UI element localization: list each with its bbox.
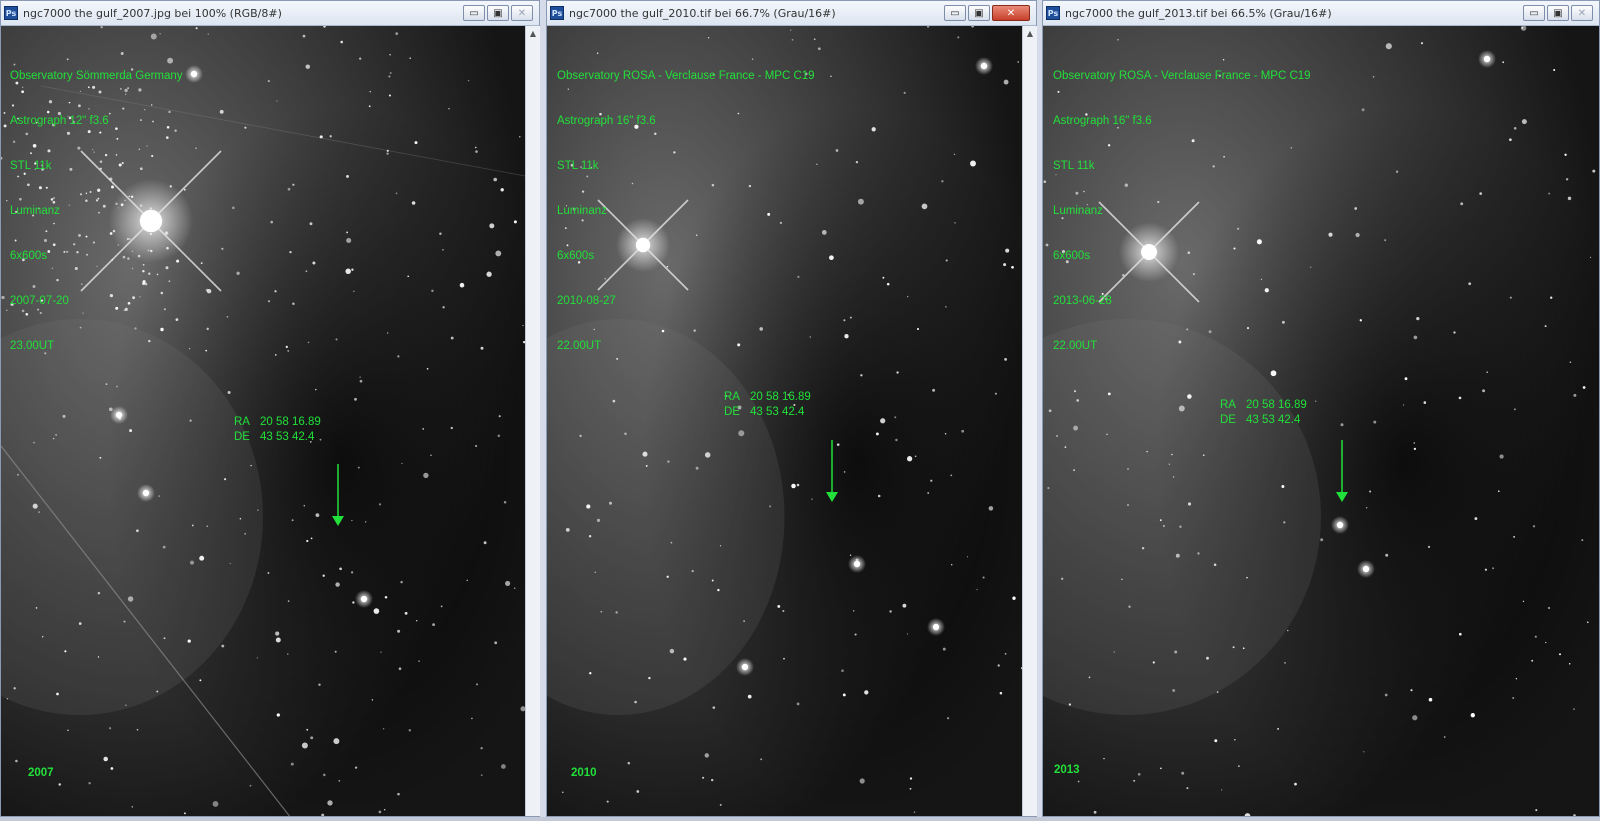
observation-info: Observatory ROSA - Verclause France - MP…	[557, 39, 815, 384]
close-icon: ✕	[1006, 7, 1016, 19]
ra-label: RA	[724, 391, 740, 403]
window-title: ngc7000 the gulf_2013.tif bei 66.5% (Gra…	[1065, 6, 1332, 20]
info-line: Luminanz	[1053, 205, 1103, 217]
info-line: 23.00UT	[10, 340, 55, 352]
info-line: Astrograph 12" f3.6	[10, 115, 109, 127]
de-value: 43 53 42.4	[260, 431, 315, 443]
image-window-2007: Ps ngc7000 the gulf_2007.jpg bei 100% (R…	[0, 0, 540, 817]
ra-value: 20 58 16.89	[1246, 399, 1307, 411]
info-line: STL 11k	[557, 160, 599, 172]
info-line: 2013-06-28	[1053, 295, 1112, 307]
restore-button[interactable]: ▣	[968, 5, 990, 21]
coordinates-label: RA 20 58 16.89 DE 43 53 42.4	[1220, 398, 1307, 428]
close-button[interactable]: ✕	[992, 5, 1030, 21]
info-line: Observatory ROSA - Verclause France - MP…	[1053, 70, 1311, 82]
window-titlebar[interactable]: Ps ngc7000 the gulf_2007.jpg bei 100% (R…	[1, 1, 539, 26]
minimize-button[interactable]: ▭	[1523, 5, 1545, 21]
info-line: 22.00UT	[1053, 340, 1098, 352]
info-line: Observatory Sömmerda Germany	[10, 70, 183, 82]
de-value: 43 53 42.4	[750, 406, 805, 418]
minimize-icon: ▭	[950, 7, 960, 19]
info-line: Astrograph 16" f3.6	[557, 115, 656, 127]
photoshop-ps-icon: Ps	[1046, 6, 1060, 20]
de-label: DE	[1220, 414, 1236, 426]
vertical-scrollbar[interactable]: ▲	[1022, 26, 1037, 816]
vertical-scrollbar[interactable]: ▲	[525, 26, 540, 816]
close-icon: ✕	[1577, 7, 1587, 19]
image-canvas[interactable]: Observatory Sömmerda Germany Astrograph …	[1, 26, 525, 816]
down-arrow-icon	[1336, 440, 1348, 502]
image-window-2010: Ps ngc7000 the gulf_2010.tif bei 66.7% (…	[546, 0, 1037, 817]
restore-button[interactable]: ▣	[487, 5, 509, 21]
restore-icon: ▣	[1553, 7, 1563, 19]
observation-info: Observatory ROSA - Verclause France - MP…	[1053, 39, 1311, 384]
info-line: Observatory ROSA - Verclause France - MP…	[557, 70, 815, 82]
window-title: ngc7000 the gulf_2010.tif bei 66.7% (Gra…	[569, 6, 836, 20]
ra-value: 20 58 16.89	[750, 391, 811, 403]
info-line: Astrograph 16" f3.6	[1053, 115, 1152, 127]
minimize-button[interactable]: ▭	[944, 5, 966, 21]
image-canvas[interactable]: Observatory ROSA - Verclause France - MP…	[1043, 26, 1599, 816]
image-canvas[interactable]: Observatory ROSA - Verclause France - MP…	[547, 26, 1022, 816]
ra-label: RA	[234, 416, 250, 428]
info-line: STL 11k	[1053, 160, 1095, 172]
de-value: 43 53 42.4	[1246, 414, 1301, 426]
image-window-2013: Ps ngc7000 the gulf_2013.tif bei 66.5% (…	[1042, 0, 1600, 817]
minimize-button[interactable]: ▭	[463, 5, 485, 21]
photoshop-ps-icon: Ps	[550, 6, 564, 20]
year-label: 2007	[28, 767, 54, 779]
restore-icon: ▣	[493, 7, 503, 19]
down-arrow-icon	[826, 440, 838, 502]
down-arrow-icon	[332, 464, 344, 526]
info-line: 6x600s	[557, 250, 595, 262]
year-label: 2010	[571, 767, 597, 779]
window-titlebar[interactable]: Ps ngc7000 the gulf_2010.tif bei 66.7% (…	[547, 1, 1036, 26]
ra-label: RA	[1220, 399, 1236, 411]
observation-info: Observatory Sömmerda Germany Astrograph …	[10, 39, 183, 384]
scroll-up-icon[interactable]: ▲	[1023, 26, 1037, 40]
status-strip	[0, 817, 1600, 821]
restore-button[interactable]: ▣	[1547, 5, 1569, 21]
year-label: 2013	[1054, 764, 1080, 776]
close-icon: ✕	[517, 7, 527, 19]
info-line: Luminanz	[10, 205, 60, 217]
info-line: 6x600s	[1053, 250, 1091, 262]
info-line: 22.00UT	[557, 340, 602, 352]
info-line: 6x600s	[10, 250, 48, 262]
info-line: Luminanz	[557, 205, 607, 217]
coordinates-label: RA 20 58 16.89 DE 43 53 42.4	[234, 415, 321, 445]
minimize-icon: ▭	[1529, 7, 1539, 19]
photoshop-ps-icon: Ps	[4, 6, 18, 20]
info-line: 2007-07-20	[10, 295, 69, 307]
close-button[interactable]: ✕	[511, 5, 533, 21]
info-line: 2010-08-27	[557, 295, 616, 307]
info-line: STL 11k	[10, 160, 52, 172]
ra-value: 20 58 16.89	[260, 416, 321, 428]
de-label: DE	[234, 431, 250, 443]
minimize-icon: ▭	[469, 7, 479, 19]
de-label: DE	[724, 406, 740, 418]
window-titlebar[interactable]: Ps ngc7000 the gulf_2013.tif bei 66.5% (…	[1043, 1, 1599, 26]
scroll-up-icon[interactable]: ▲	[526, 26, 540, 40]
coordinates-label: RA 20 58 16.89 DE 43 53 42.4	[724, 390, 811, 420]
restore-icon: ▣	[974, 7, 984, 19]
close-button[interactable]: ✕	[1571, 5, 1593, 21]
window-title: ngc7000 the gulf_2007.jpg bei 100% (RGB/…	[23, 6, 282, 20]
